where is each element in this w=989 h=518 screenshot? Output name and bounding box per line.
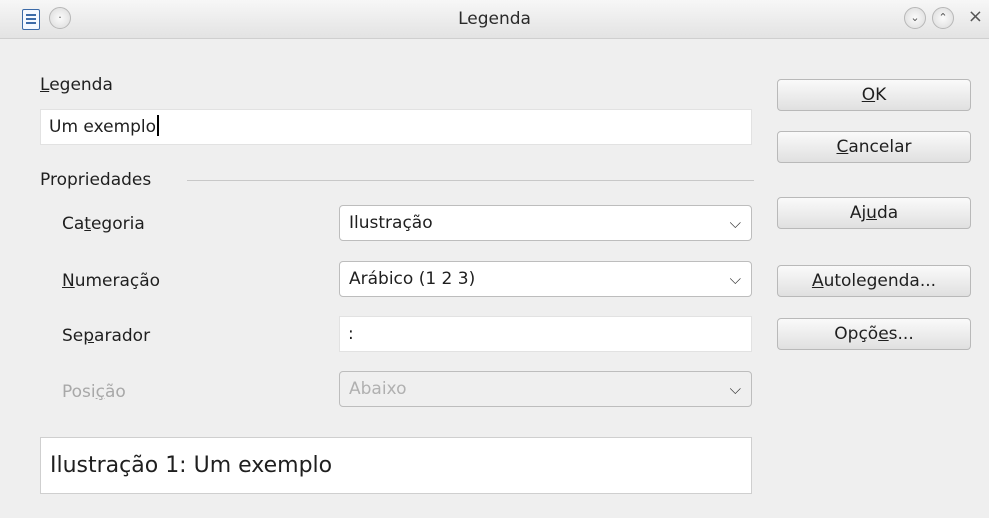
autocaption-button[interactable]: Autolegenda... (777, 265, 971, 297)
separator-input[interactable]: : (339, 316, 752, 352)
help-button[interactable]: Ajuda (777, 197, 971, 229)
maximize-icon[interactable]: ⌃ (932, 7, 954, 29)
ok-button[interactable]: OK (777, 79, 971, 111)
chevron-down-icon: ⌵ (729, 214, 741, 232)
caption-label: Legenda (40, 75, 113, 95)
numbering-label: Numeração (62, 271, 161, 291)
category-label: Categoria (62, 214, 145, 234)
title-bar: · Legenda ⌄ ⌃ × (0, 0, 989, 39)
options-button[interactable]: Opções... (777, 318, 971, 350)
chevron-down-icon: ⌵ (729, 270, 741, 288)
window-title: Legenda (458, 9, 531, 29)
caption-preview: Ilustração 1: Um exemplo (40, 437, 752, 494)
position-label: Posição (62, 382, 126, 402)
numbering-select[interactable]: Arábico (1 2 3) ⌵ (339, 261, 752, 297)
separator-label: Separador (62, 326, 151, 346)
caption-input[interactable]: Um exemplo (40, 109, 752, 145)
group-divider (187, 180, 754, 181)
close-icon[interactable]: × (968, 6, 983, 27)
cancel-button[interactable]: Cancelar (777, 131, 971, 163)
minimize-icon[interactable]: ⌄ (904, 7, 926, 29)
position-select: Abaixo ⌵ (339, 371, 752, 407)
category-select[interactable]: Ilustração ⌵ (339, 205, 752, 241)
chevron-down-icon: ⌵ (729, 380, 741, 398)
properties-group-label: Propriedades (40, 170, 152, 190)
